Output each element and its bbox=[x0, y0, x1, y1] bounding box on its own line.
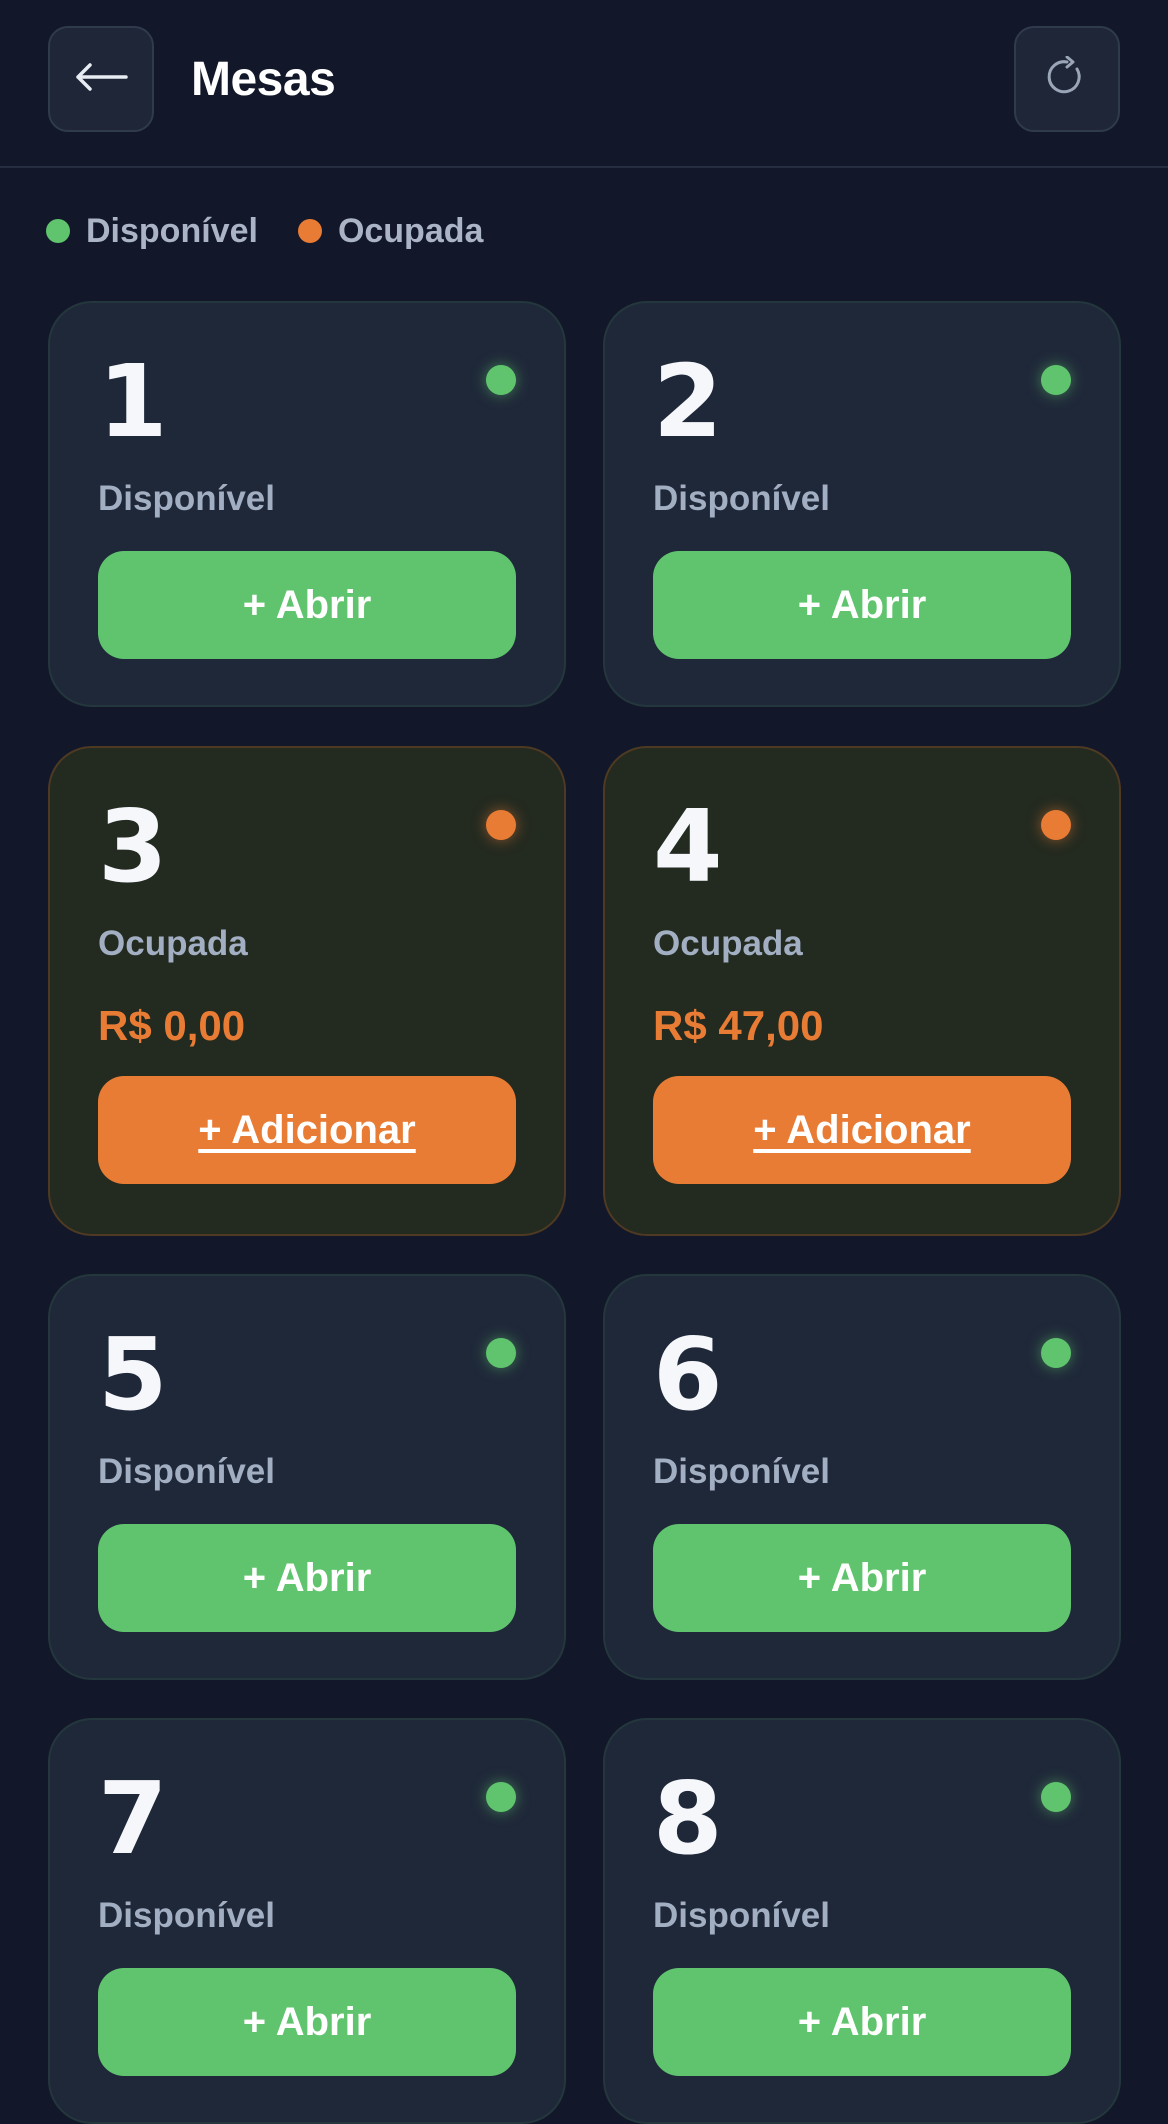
table-card-8[interactable]: 8 Disponível + Abrir bbox=[603, 1718, 1121, 2124]
table-amount: R$ 0,00 bbox=[98, 1002, 246, 1049]
status-dot-icon bbox=[486, 1338, 516, 1368]
status-dot-icon bbox=[1041, 1782, 1071, 1812]
table-number: 7 bbox=[98, 1760, 168, 1877]
table-status: Disponível bbox=[98, 1452, 275, 1491]
table-card-2[interactable]: 2 Disponível + Abrir bbox=[603, 301, 1121, 707]
add-items-button[interactable]: + Adicionar bbox=[653, 1076, 1071, 1184]
table-status: Disponível bbox=[98, 1896, 275, 1935]
table-number: 6 bbox=[653, 1316, 723, 1433]
status-dot-icon bbox=[1041, 810, 1071, 840]
open-table-button[interactable]: + Abrir bbox=[653, 551, 1071, 659]
refresh-button[interactable] bbox=[1014, 26, 1120, 132]
open-table-button[interactable]: + Abrir bbox=[653, 1524, 1071, 1632]
table-card-6[interactable]: 6 Disponível + Abrir bbox=[603, 1274, 1121, 1680]
refresh-icon bbox=[1046, 55, 1088, 103]
app-header: Mesas bbox=[0, 0, 1168, 168]
page-title: Mesas bbox=[191, 53, 336, 106]
legend-available-label: Disponível bbox=[86, 211, 258, 250]
table-amount: R$ 47,00 bbox=[653, 1002, 824, 1049]
table-card-1[interactable]: 1 Disponível + Abrir bbox=[48, 301, 566, 707]
open-table-button[interactable]: + Abrir bbox=[98, 1968, 516, 2076]
table-card-5[interactable]: 5 Disponível + Abrir bbox=[48, 1274, 566, 1680]
table-number: 1 bbox=[98, 343, 168, 460]
open-table-button[interactable]: + Abrir bbox=[98, 551, 516, 659]
occupied-dot-icon bbox=[297, 219, 322, 243]
legend-occupied-label: Ocupada bbox=[337, 211, 484, 250]
status-dot-icon bbox=[486, 810, 516, 840]
open-table-button[interactable]: + Abrir bbox=[98, 1524, 516, 1632]
add-items-button[interactable]: + Adicionar bbox=[98, 1076, 516, 1184]
table-status: Ocupada bbox=[653, 924, 803, 963]
table-status: Disponível bbox=[653, 1896, 830, 1935]
table-card-7[interactable]: 7 Disponível + Abrir bbox=[48, 1718, 566, 2124]
table-status: Disponível bbox=[653, 1452, 830, 1491]
table-number: 8 bbox=[653, 1760, 723, 1877]
back-button[interactable] bbox=[48, 26, 154, 132]
legend-available: Disponível bbox=[46, 212, 258, 251]
open-table-button[interactable]: + Abrir bbox=[653, 1968, 1071, 2076]
status-dot-icon bbox=[486, 365, 516, 395]
available-dot-icon bbox=[46, 219, 70, 243]
table-card-4[interactable]: 4 Ocupada R$ 47,00 + Adicionar bbox=[603, 746, 1121, 1236]
status-dot-icon bbox=[1041, 365, 1071, 395]
table-card-3[interactable]: 3 Ocupada R$ 0,00 + Adicionar bbox=[48, 746, 566, 1236]
table-number: 4 bbox=[653, 788, 723, 905]
table-number: 3 bbox=[98, 788, 168, 905]
status-dot-icon bbox=[1041, 1338, 1071, 1368]
table-number: 5 bbox=[98, 1316, 168, 1433]
table-status: Disponível bbox=[653, 479, 830, 518]
status-dot-icon bbox=[486, 1782, 516, 1812]
table-number: 2 bbox=[653, 343, 723, 460]
legend-occupied: Ocupada bbox=[297, 211, 484, 251]
table-status: Ocupada bbox=[98, 924, 248, 963]
table-status: Disponível bbox=[98, 479, 275, 518]
arrow-left-icon bbox=[74, 62, 128, 97]
status-legend: Disponível Ocupada bbox=[46, 208, 523, 254]
